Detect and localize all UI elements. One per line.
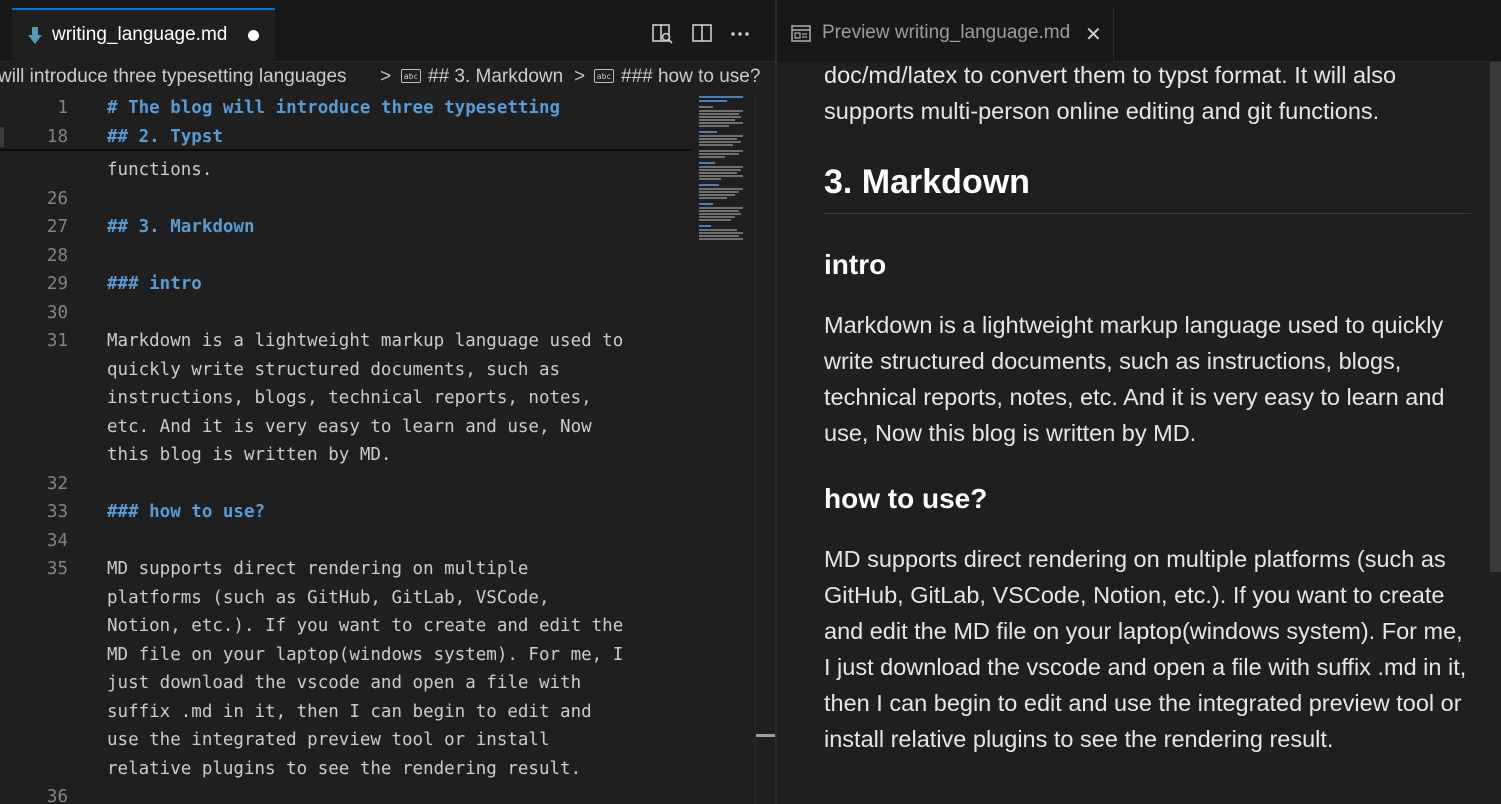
sticky-scroll[interactable]: 1 # The blog will introduce three typese… [0, 94, 692, 151]
code-line: MD file on your laptop(windows system). … [107, 645, 624, 665]
code-line: use the integrated preview tool or insta… [107, 730, 550, 750]
tab-title: writing_language.md [52, 24, 228, 45]
code-line: quickly write structured documents, such… [107, 360, 561, 380]
line-number: 1 [57, 98, 68, 118]
line-number: 33 [46, 502, 68, 522]
preview-paragraph: doc/md/latex to convert them to typst fo… [824, 62, 1397, 124]
minimap[interactable] [697, 94, 757, 244]
sticky-line-heading[interactable]: ## 2. Typst [107, 127, 223, 147]
unsaved-dot-icon[interactable] [248, 30, 259, 41]
editor-tab-bar: writing_language.md [0, 0, 775, 62]
preview-heading-intro: intro [824, 249, 887, 280]
breadcrumb-item-markdown[interactable]: ## 3. Markdown [428, 66, 563, 88]
code-line: instructions, blogs, technical reports, … [107, 388, 592, 408]
line-number: 27 [46, 217, 68, 237]
more-actions-icon[interactable] [729, 22, 751, 44]
code-line: just download the vscode and open a file… [107, 673, 582, 693]
code-line: platforms (such as GitHub, GitLab, VSCod… [107, 588, 550, 608]
editor-pane: writing_language.md will introduce three… [0, 0, 775, 804]
code-line: suffix .md in it, then I can begin to ed… [107, 702, 592, 722]
preview-heading-markdown: 3. Markdown [824, 163, 1030, 201]
line-number: 31 [46, 331, 68, 351]
line-number: 28 [46, 246, 68, 266]
breadcrumb-item-how-to-use[interactable]: ### how to use? [621, 66, 760, 88]
symbol-string-icon: abc [401, 69, 421, 83]
line-number: 35 [46, 559, 68, 579]
tab-preview-writing-language-md[interactable]: Preview writing_language.md ✕ [777, 8, 1114, 62]
preview-scrollbar-thumb[interactable] [1490, 62, 1501, 572]
line-number: 26 [46, 189, 68, 209]
preview-icon [791, 25, 811, 42]
markdown-file-icon [28, 27, 42, 44]
preview-paragraph: MD supports direct rendering on multiple… [824, 546, 1467, 752]
close-icon[interactable]: ✕ [1085, 22, 1102, 47]
code-line: etc. And it is very easy to learn and us… [107, 417, 592, 437]
line-number: 30 [46, 303, 68, 323]
heading-underline [824, 213, 1471, 214]
code-line: Markdown is a lightweight markup languag… [107, 331, 624, 351]
line-number: 32 [46, 474, 68, 494]
code-line-heading: ## 3. Markdown [107, 217, 255, 237]
gutter-marker [0, 127, 4, 147]
code-line: MD supports direct rendering on multiple [107, 559, 529, 579]
preview-tab-bar: Preview writing_language.md ✕ [777, 0, 1501, 62]
symbol-string-icon: abc [594, 69, 614, 83]
preview-heading-how-to-use: how to use? [824, 483, 988, 514]
markdown-preview: doc/md/latex to convert them to typst fo… [777, 62, 1501, 804]
line-number: 29 [46, 274, 68, 294]
code-line: this blog is written by MD. [107, 445, 392, 465]
editor-scrollbar-thumb[interactable] [756, 734, 775, 737]
tab-title: Preview writing_language.md [822, 22, 1071, 43]
breadcrumb-item-heading1[interactable]: will introduce three typesetting languag… [0, 66, 347, 88]
breadcrumb-separator: > [380, 66, 392, 87]
editor-scrollbar[interactable] [755, 94, 775, 804]
code-line: functions. [107, 160, 213, 180]
line-number: 34 [46, 531, 68, 551]
code-line: relative plugins to see the rendering re… [107, 759, 582, 779]
code-line-heading: ### intro [107, 274, 202, 294]
preview-paragraph: Markdown is a lightweight markup languag… [824, 312, 1445, 446]
open-preview-to-side-icon[interactable] [651, 22, 673, 44]
sticky-line-heading[interactable]: # The blog will introduce three typesett… [107, 98, 560, 118]
line-number: 18 [46, 127, 68, 147]
code-line-heading: ### how to use? [107, 502, 266, 522]
preview-pane: Preview writing_language.md ✕ doc/md/lat… [777, 0, 1501, 804]
tab-writing-language-md[interactable]: writing_language.md [12, 8, 275, 62]
split-editor-icon[interactable] [691, 22, 713, 44]
code-line: Notion, etc.). If you want to create and… [107, 616, 624, 636]
breadcrumb: will introduce three typesetting languag… [0, 62, 775, 94]
line-number: 36 [46, 787, 68, 804]
breadcrumb-separator: > [574, 66, 586, 87]
